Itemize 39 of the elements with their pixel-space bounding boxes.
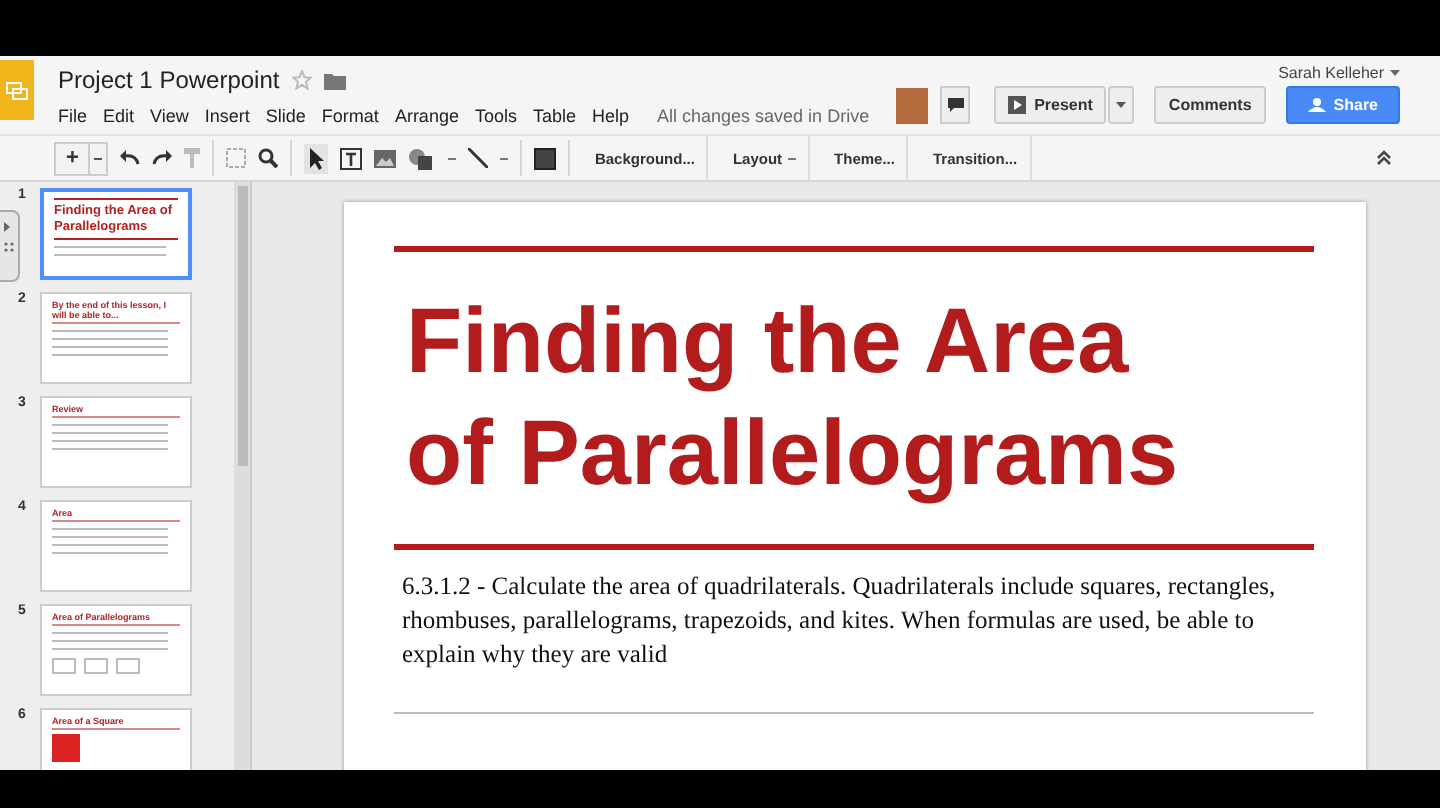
person-icon — [1307, 98, 1326, 112]
panel-toggle-icon[interactable] — [0, 210, 20, 282]
slide-body-text[interactable]: 6.3.1.2 - Calculate the area of quadrilaterals. Quadrilaterals include squares, rectangles, rhombuses, parallelograms, trapezoids, and kites. When formulas are used, be able to explain why they are valid — [402, 570, 1282, 672]
menu-item[interactable]: File — [58, 106, 88, 126]
comment-box-icon[interactable] — [534, 147, 557, 169]
menu-item[interactable]: Format — [321, 106, 379, 126]
collapse-icon[interactable] — [1376, 150, 1392, 166]
menu-item[interactable]: Arrange — [394, 106, 459, 126]
avatar-placeholder — [896, 87, 929, 123]
add-slide-menu-button[interactable] — [88, 143, 107, 173]
user-name[interactable]: Sarah Kelleher — [1278, 64, 1384, 82]
play-icon — [1008, 96, 1027, 114]
menu-item[interactable]: Insert — [204, 106, 250, 126]
redo-icon[interactable] — [152, 150, 173, 166]
photo-placeholder — [52, 734, 80, 762]
menu-item[interactable]: Edit — [103, 106, 135, 126]
select-tool-icon[interactable] — [304, 143, 329, 173]
menu-item[interactable]: Help — [592, 106, 630, 126]
star-icon[interactable] — [291, 70, 312, 90]
present-menu-button[interactable] — [1108, 86, 1135, 124]
save-status: All changes saved in Drive — [657, 106, 870, 126]
scrollbar[interactable] — [234, 182, 250, 770]
slide-title[interactable]: Finding the Area of Parallelograms — [406, 284, 1206, 516]
document-title[interactable]: Project 1 Powerpoint — [58, 66, 280, 94]
text-box-icon[interactable] — [340, 147, 363, 169]
comments-button[interactable]: Comments — [1154, 86, 1266, 124]
menu-item[interactable]: Table — [532, 106, 576, 126]
image-icon[interactable] — [374, 149, 397, 167]
menu-item[interactable]: Slide — [265, 106, 306, 126]
undo-icon[interactable] — [120, 150, 141, 166]
menu-item[interactable]: Tools — [474, 106, 517, 126]
comment-icon[interactable] — [940, 86, 971, 124]
zoom-icon[interactable] — [258, 148, 279, 168]
present-button[interactable]: Present — [994, 86, 1107, 124]
shape-icon[interactable] — [408, 147, 437, 169]
menu-item[interactable]: View — [150, 106, 189, 126]
folder-icon[interactable] — [323, 71, 346, 89]
line-icon[interactable] — [468, 148, 489, 168]
slide-canvas[interactable] — [344, 202, 1366, 770]
